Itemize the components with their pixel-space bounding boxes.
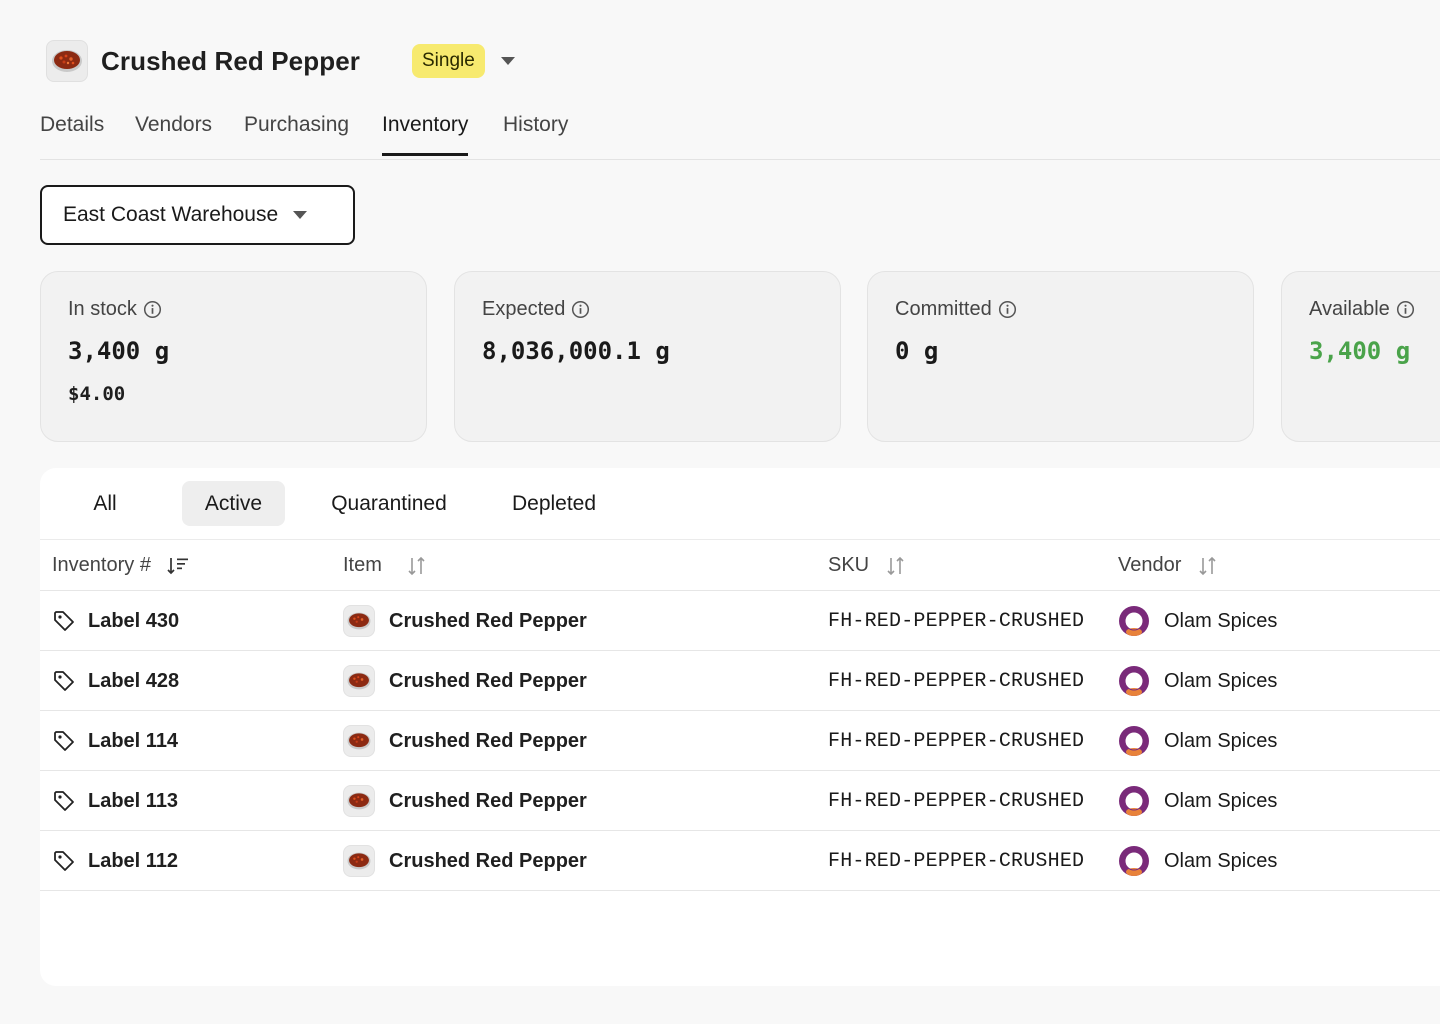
- column-header-vendor[interactable]: Vendor: [1118, 540, 1219, 591]
- filter-quarantined[interactable]: Quarantined: [316, 481, 462, 526]
- sort-icon: [406, 556, 428, 576]
- stat-value: 0 g: [895, 337, 939, 365]
- inventory-label[interactable]: Label 428: [88, 670, 179, 693]
- inventory-label[interactable]: Label 114: [88, 730, 178, 753]
- vendor-name[interactable]: Olam Spices: [1164, 850, 1277, 873]
- red-pepper-bowl-icon: [347, 852, 371, 870]
- item-thumbnail: [343, 725, 375, 757]
- item-thumbnail: [343, 665, 375, 697]
- sku-value: FH-RED-PEPPER-CRUSHED: [828, 609, 1085, 633]
- stat-card-expected: Expected 8,036,000.1 g: [454, 271, 841, 442]
- table-row[interactable]: Label 114 Crushed Red Pepper FH-RED-PEPP…: [40, 711, 1440, 771]
- location-select[interactable]: East Coast Warehouse: [40, 185, 355, 245]
- item-name[interactable]: Crushed Red Pepper: [389, 790, 587, 813]
- inventory-table-panel: All Active Quarantined Depleted Inventor…: [40, 468, 1440, 986]
- vendor-name[interactable]: Olam Spices: [1164, 790, 1277, 813]
- table-row[interactable]: Label 112 Crushed Red Pepper FH-RED-PEPP…: [40, 831, 1440, 891]
- tag-icon: [52, 849, 76, 873]
- page-title: Crushed Red Pepper: [101, 45, 360, 76]
- vendor-avatar: [1118, 785, 1150, 817]
- product-thumbnail: [46, 40, 88, 82]
- sort-icon: [1197, 556, 1219, 576]
- sku-value: FH-RED-PEPPER-CRUSHED: [828, 729, 1085, 753]
- red-pepper-bowl-icon: [347, 792, 371, 810]
- product-header: Crushed Red Pepper Single: [46, 40, 519, 82]
- info-icon[interactable]: [143, 300, 162, 319]
- item-thumbnail: [343, 785, 375, 817]
- inventory-label[interactable]: Label 113: [88, 790, 178, 813]
- item-thumbnail: [343, 845, 375, 877]
- vendor-avatar: [1118, 605, 1150, 637]
- red-pepper-bowl-icon: [347, 672, 371, 690]
- stat-card-available: Available 3,400 g: [1281, 271, 1440, 442]
- item-name[interactable]: Crushed Red Pepper: [389, 850, 587, 873]
- red-pepper-bowl-icon: [347, 612, 371, 630]
- vendor-name[interactable]: Olam Spices: [1164, 610, 1277, 633]
- tag-icon: [52, 669, 76, 693]
- red-pepper-bowl-icon: [52, 50, 82, 72]
- item-name[interactable]: Crushed Red Pepper: [389, 730, 587, 753]
- tag-icon: [52, 729, 76, 753]
- filter-depleted[interactable]: Depleted: [495, 481, 613, 526]
- table-row[interactable]: Label 430 Crushed Red Pepper FH-RED-PEPP…: [40, 591, 1440, 651]
- vendor-name[interactable]: Olam Spices: [1164, 730, 1277, 753]
- info-icon[interactable]: [1396, 300, 1415, 319]
- section-tabs: Details Vendors Purchasing Inventory His…: [40, 104, 1440, 160]
- vendor-avatar: [1118, 665, 1150, 697]
- sku-value: FH-RED-PEPPER-CRUSHED: [828, 849, 1085, 873]
- tab-history[interactable]: History: [503, 104, 568, 156]
- tab-purchasing[interactable]: Purchasing: [244, 104, 349, 156]
- tab-details[interactable]: Details: [40, 104, 104, 156]
- stat-label: Expected: [482, 298, 566, 320]
- tab-inventory[interactable]: Inventory: [382, 104, 469, 156]
- tag-icon: [52, 609, 76, 633]
- filter-active[interactable]: Active: [182, 481, 285, 526]
- stat-card-in-stock: In stock 3,400 g $4.00: [40, 271, 427, 442]
- table-row[interactable]: Label 428 Crushed Red Pepper FH-RED-PEPP…: [40, 651, 1440, 711]
- inventory-label[interactable]: Label 430: [88, 610, 179, 633]
- vendor-avatar: [1118, 845, 1150, 877]
- table-row[interactable]: Label 113 Crushed Red Pepper FH-RED-PEPP…: [40, 771, 1440, 831]
- stat-label: Available: [1309, 298, 1390, 320]
- column-header-inventory[interactable]: Inventory #: [52, 540, 189, 591]
- type-badge: Single: [411, 44, 485, 78]
- stat-subvalue: $4.00: [68, 383, 126, 405]
- tab-vendors[interactable]: Vendors: [135, 104, 212, 156]
- sku-value: FH-RED-PEPPER-CRUSHED: [828, 669, 1085, 693]
- vendor-avatar: [1118, 725, 1150, 757]
- status-filter-tabs: All Active Quarantined Depleted: [40, 468, 1440, 540]
- stat-value: 3,400 g: [1309, 337, 1411, 365]
- page: Crushed Red Pepper Single Details Vendor…: [0, 0, 1440, 1024]
- tag-icon: [52, 789, 76, 813]
- stat-label: Committed: [895, 298, 992, 320]
- sort-descending-icon: [167, 556, 189, 576]
- info-icon[interactable]: [571, 300, 590, 319]
- red-pepper-bowl-icon: [347, 732, 371, 750]
- item-name[interactable]: Crushed Red Pepper: [389, 610, 587, 633]
- table-header: Inventory # Item SKU Vendor: [40, 540, 1440, 591]
- item-thumbnail: [343, 605, 375, 637]
- stat-value: 3,400 g: [68, 337, 170, 365]
- stat-label: In stock: [68, 298, 137, 320]
- info-icon[interactable]: [998, 300, 1017, 319]
- vendor-name[interactable]: Olam Spices: [1164, 670, 1277, 693]
- column-header-item[interactable]: Item: [343, 540, 428, 591]
- sku-value: FH-RED-PEPPER-CRUSHED: [828, 789, 1085, 813]
- column-header-sku[interactable]: SKU: [828, 540, 907, 591]
- chevron-down-icon: [500, 57, 515, 65]
- filter-all[interactable]: All: [70, 481, 140, 526]
- sort-icon: [885, 556, 907, 576]
- type-dropdown-button[interactable]: [497, 50, 519, 72]
- chevron-down-icon: [292, 210, 308, 220]
- stat-card-committed: Committed 0 g: [867, 271, 1254, 442]
- item-name[interactable]: Crushed Red Pepper: [389, 670, 587, 693]
- location-select-value: East Coast Warehouse: [63, 203, 279, 226]
- inventory-label[interactable]: Label 112: [88, 850, 178, 873]
- stat-value: 8,036,000.1 g: [482, 337, 670, 365]
